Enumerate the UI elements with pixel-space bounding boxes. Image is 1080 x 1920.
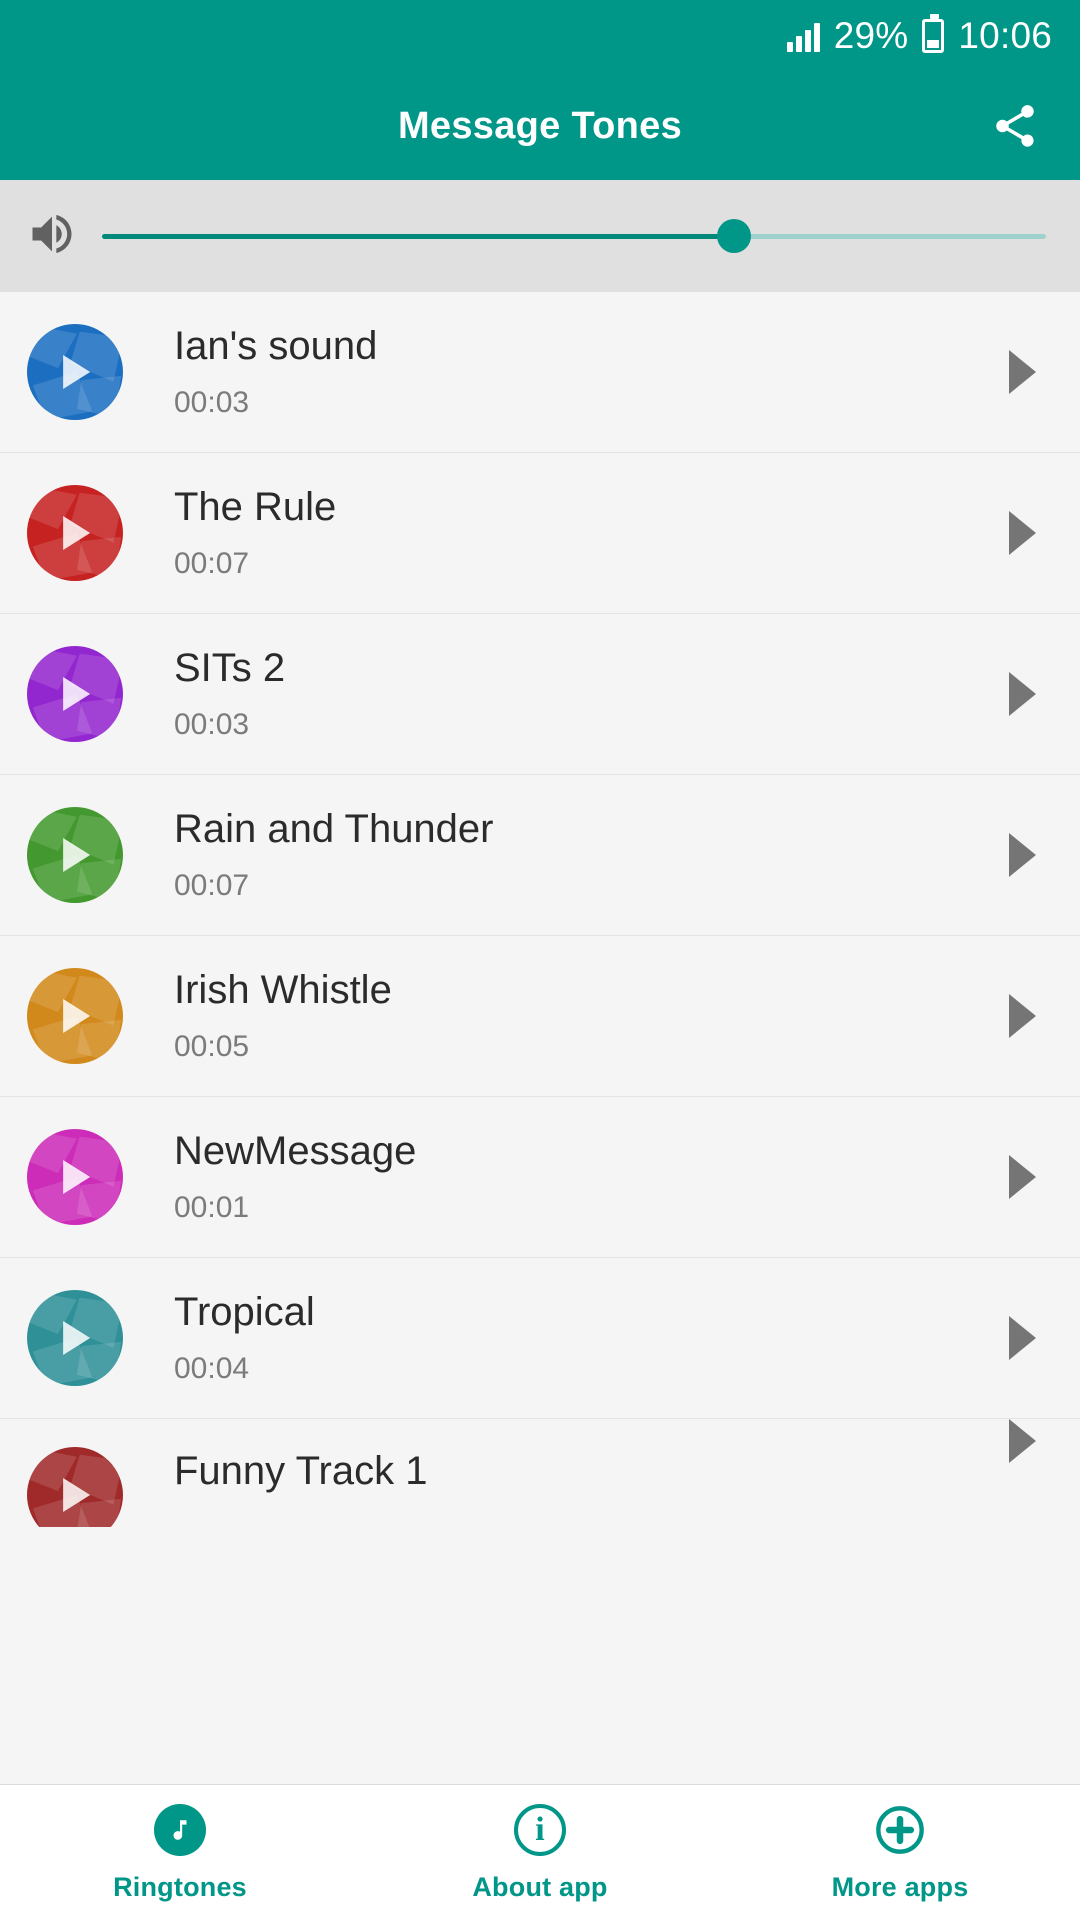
tone-title: Ian's sound bbox=[174, 324, 378, 368]
nav-item-about-app[interactable]: i About app bbox=[360, 1802, 720, 1903]
tone-text: Tropical 00:04 bbox=[123, 1292, 1009, 1384]
nav-label-ringtones: Ringtones bbox=[113, 1872, 247, 1902]
tone-text: NewMessage 00:01 bbox=[123, 1131, 1009, 1223]
tone-thumbnail[interactable] bbox=[27, 1290, 123, 1386]
tone-text: Irish Whistle 00:05 bbox=[123, 970, 1009, 1062]
chevron-right-icon[interactable] bbox=[1009, 350, 1036, 394]
list-item[interactable]: Funny Track 1 bbox=[0, 1419, 1080, 1527]
tone-thumbnail[interactable] bbox=[27, 485, 123, 581]
play-icon[interactable] bbox=[63, 1321, 91, 1355]
plus-circle-icon bbox=[872, 1802, 928, 1858]
ringtone-list[interactable]: Ian's sound 00:03 The Rule 00:07 SITs 2 00:03… bbox=[0, 292, 1080, 1920]
tone-thumbnail[interactable] bbox=[27, 968, 123, 1064]
tone-text: SITs 2 00:03 bbox=[123, 648, 1009, 740]
tone-title: Funny Track 1 bbox=[174, 1449, 428, 1493]
share-icon[interactable] bbox=[984, 95, 1046, 157]
tone-text: Ian's sound 00:03 bbox=[123, 326, 1009, 418]
list-item[interactable]: Tropical 00:04 bbox=[0, 1258, 1080, 1419]
tone-title: Irish Whistle bbox=[174, 968, 392, 1012]
volume-speaker-icon bbox=[26, 208, 78, 265]
chevron-right-icon[interactable] bbox=[1009, 833, 1036, 877]
tone-title: Tropical bbox=[174, 1290, 315, 1334]
tone-thumbnail[interactable] bbox=[27, 807, 123, 903]
nav-item-ringtones[interactable]: Ringtones bbox=[0, 1802, 360, 1903]
page-title: Message Tones bbox=[397, 104, 683, 147]
signal-bars-icon bbox=[786, 20, 820, 52]
tone-text: The Rule 00:07 bbox=[123, 487, 1009, 579]
status-bar: 29% 10:06 bbox=[0, 0, 1080, 72]
tone-duration: 00:07 bbox=[174, 869, 250, 902]
play-icon[interactable] bbox=[63, 355, 91, 389]
play-icon[interactable] bbox=[63, 677, 91, 711]
tone-duration: 00:07 bbox=[174, 547, 250, 580]
nav-label-about-app: About app bbox=[472, 1872, 608, 1902]
tone-thumbnail[interactable] bbox=[27, 324, 123, 420]
music-note-icon bbox=[152, 1802, 208, 1858]
tone-duration: 00:04 bbox=[174, 1352, 250, 1385]
chevron-right-icon[interactable] bbox=[1009, 1155, 1036, 1199]
tone-title: SITs 2 bbox=[174, 646, 286, 690]
list-item[interactable]: Rain and Thunder 00:07 bbox=[0, 775, 1080, 936]
battery-icon bbox=[922, 14, 945, 53]
volume-slider[interactable] bbox=[102, 216, 1046, 256]
play-icon[interactable] bbox=[63, 1478, 91, 1512]
status-clock: 10:06 bbox=[958, 15, 1052, 56]
tone-duration: 00:03 bbox=[174, 386, 250, 419]
info-icon: i bbox=[512, 1802, 568, 1858]
list-item[interactable]: NewMessage 00:01 bbox=[0, 1097, 1080, 1258]
chevron-right-icon[interactable] bbox=[1009, 672, 1036, 716]
play-icon[interactable] bbox=[63, 999, 91, 1033]
battery-percent-label: 29% bbox=[833, 15, 909, 56]
bottom-navigation: Ringtones i About app More apps bbox=[0, 1784, 1080, 1920]
chevron-right-icon[interactable] bbox=[1009, 1316, 1036, 1360]
nav-item-more-apps[interactable]: More apps bbox=[720, 1802, 1080, 1903]
chevron-right-icon[interactable] bbox=[1009, 1419, 1036, 1463]
tone-title: The Rule bbox=[174, 485, 337, 529]
app-bar: Message Tones bbox=[0, 72, 1080, 180]
chevron-right-icon[interactable] bbox=[1009, 994, 1036, 1038]
tone-thumbnail[interactable] bbox=[27, 1129, 123, 1225]
chevron-right-icon[interactable] bbox=[1009, 511, 1036, 555]
tone-thumbnail[interactable] bbox=[27, 1447, 123, 1527]
tone-title: Rain and Thunder bbox=[174, 807, 494, 851]
list-item[interactable]: Ian's sound 00:03 bbox=[0, 292, 1080, 453]
tone-duration: 00:05 bbox=[174, 1030, 250, 1063]
tone-title: NewMessage bbox=[174, 1129, 417, 1173]
tone-thumbnail[interactable] bbox=[27, 646, 123, 742]
tone-text: Rain and Thunder 00:07 bbox=[123, 809, 1009, 901]
volume-bar[interactable] bbox=[0, 180, 1080, 292]
nav-label-more-apps: More apps bbox=[831, 1872, 969, 1902]
volume-thumb[interactable] bbox=[717, 219, 752, 253]
tone-duration: 00:03 bbox=[174, 708, 250, 741]
tone-duration: 00:01 bbox=[174, 1191, 250, 1224]
list-item[interactable]: The Rule 00:07 bbox=[0, 453, 1080, 614]
list-item[interactable]: Irish Whistle 00:05 bbox=[0, 936, 1080, 1097]
tone-text: Funny Track 1 bbox=[123, 1419, 1009, 1491]
play-icon[interactable] bbox=[63, 1160, 91, 1194]
volume-track-fill bbox=[102, 233, 735, 239]
play-icon[interactable] bbox=[63, 838, 91, 872]
list-item[interactable]: SITs 2 00:03 bbox=[0, 614, 1080, 775]
play-icon[interactable] bbox=[63, 516, 91, 550]
app-root: 29% 10:06 Message Tones Ian's sound 00:03… bbox=[0, 0, 1080, 1920]
